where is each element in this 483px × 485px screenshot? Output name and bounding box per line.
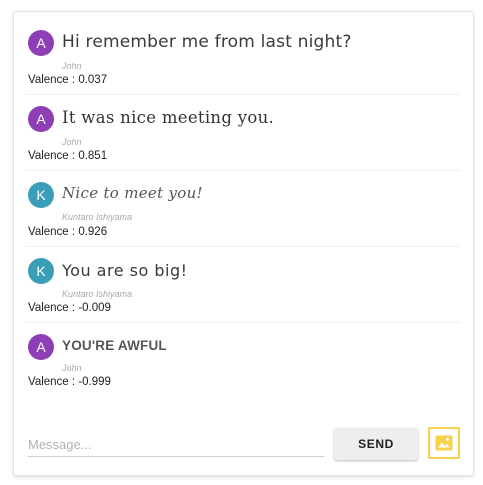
avatar: K bbox=[28, 182, 54, 208]
message-text: Nice to meet you! bbox=[62, 184, 203, 202]
send-button[interactable]: SEND bbox=[334, 428, 418, 460]
valence-value: 0.037 bbox=[78, 74, 108, 86]
message-item: K You are so big! Kuntaro Ishiyama Valen… bbox=[14, 246, 473, 330]
valence-readout: Valence : -0.009 bbox=[28, 302, 111, 314]
message-author: Kuntaro Ishiyama bbox=[62, 289, 133, 299]
message-author: John bbox=[62, 61, 82, 71]
chat-card: A Hi remember me from last night? John V… bbox=[14, 12, 473, 475]
message-text: YOU'RE AWFUL bbox=[62, 338, 167, 353]
message-item: K Nice to meet you! Kuntaro Ishiyama Val… bbox=[14, 170, 473, 254]
valence-value: 0.851 bbox=[78, 150, 108, 162]
image-upload-button[interactable] bbox=[428, 427, 460, 459]
message-item: A It was nice meeting you. John Valence … bbox=[14, 94, 473, 178]
valence-value: -0.009 bbox=[78, 302, 111, 314]
valence-readout: Valence : -0.999 bbox=[28, 376, 111, 388]
message-text: It was nice meeting you. bbox=[62, 108, 275, 127]
valence-readout: Valence : 0.851 bbox=[28, 150, 107, 162]
message-author: John bbox=[62, 137, 82, 147]
valence-value: -0.999 bbox=[78, 376, 111, 388]
avatar: A bbox=[28, 106, 54, 132]
image-icon bbox=[435, 435, 453, 451]
avatar: K bbox=[28, 258, 54, 284]
valence-readout: Valence : 0.926 bbox=[28, 226, 107, 238]
valence-readout: Valence : 0.037 bbox=[28, 74, 107, 86]
message-item: A YOU'RE AWFUL John Valence : -0.999 bbox=[14, 322, 473, 406]
message-text: You are so big! bbox=[62, 261, 188, 280]
message-text: Hi remember me from last night? bbox=[62, 32, 352, 52]
valence-label: Valence : bbox=[28, 302, 76, 314]
message-input[interactable] bbox=[28, 432, 324, 457]
message-item: A Hi remember me from last night? John V… bbox=[14, 26, 473, 102]
valence-label: Valence : bbox=[28, 150, 76, 162]
message-author: Kuntaro Ishiyama bbox=[62, 212, 133, 222]
valence-label: Valence : bbox=[28, 74, 76, 86]
avatar: A bbox=[28, 334, 54, 360]
valence-label: Valence : bbox=[28, 376, 76, 388]
valence-label: Valence : bbox=[28, 226, 76, 238]
avatar: A bbox=[28, 30, 54, 56]
message-composer: SEND bbox=[14, 412, 473, 472]
valence-value: 0.926 bbox=[78, 226, 108, 238]
message-author: John bbox=[62, 363, 82, 373]
